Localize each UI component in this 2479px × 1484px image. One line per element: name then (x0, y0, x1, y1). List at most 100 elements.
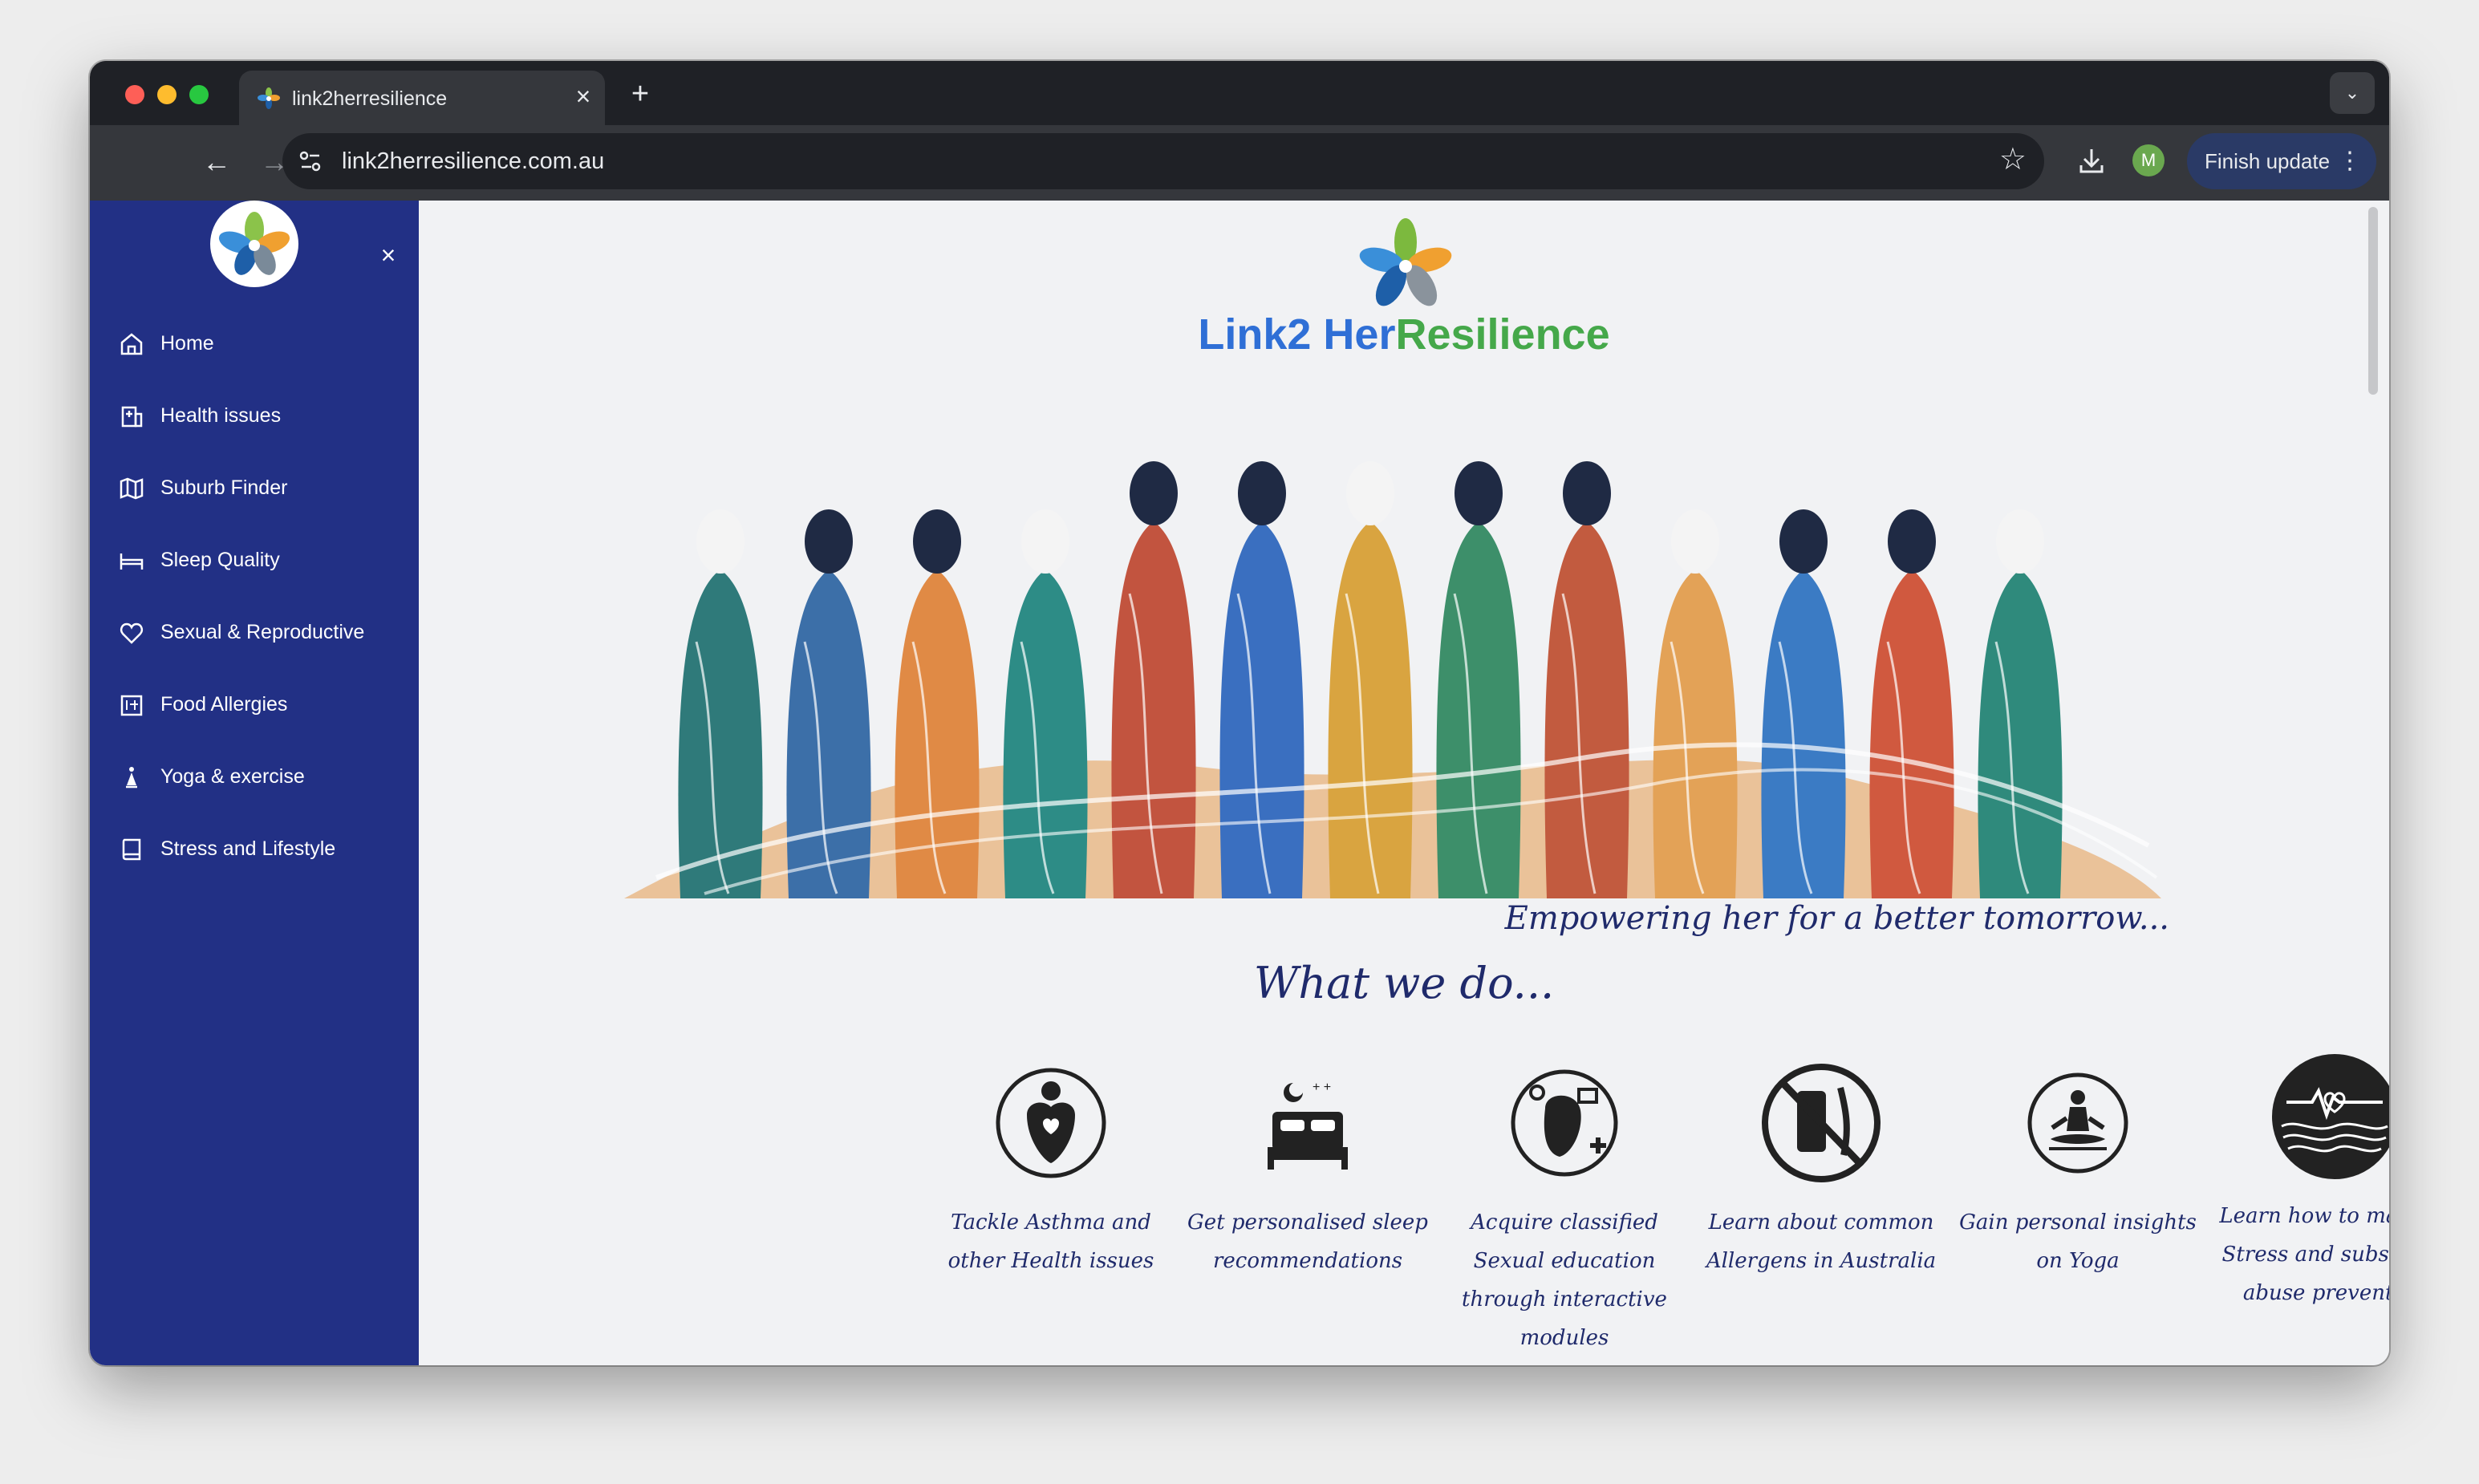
hero-figure-head (1779, 509, 1828, 574)
minimize-window-button[interactable] (157, 85, 176, 104)
sidebar-close-icon[interactable]: × (372, 239, 404, 271)
sidebar-item-stress-lifestyle[interactable]: Stress and Lifestyle (90, 825, 419, 897)
svg-text:+ +: + + (1313, 1081, 1331, 1094)
hero-figure-body (1761, 570, 1846, 898)
hero-figure-head (913, 509, 961, 574)
book-icon (122, 838, 141, 861)
hero-figure-body (1003, 570, 1088, 898)
home-icon (120, 333, 143, 355)
back-button[interactable]: ← (197, 143, 236, 181)
map-icon (120, 477, 144, 500)
brand-logo-icon (1359, 218, 1452, 306)
allergen-icon (1762, 1064, 1881, 1182)
new-tab-button[interactable]: + (623, 77, 658, 112)
sidebar-item-sexual-reproductive[interactable]: Sexual & Reproductive (90, 608, 419, 680)
hero-figure-head (1238, 461, 1286, 525)
brand-text-resilience: Resilience (1395, 310, 1610, 359)
hero-figure-head (805, 509, 853, 574)
flower-logo-icon (218, 212, 290, 275)
sidebar-item-label: Health issues (160, 404, 282, 427)
bed-icon (120, 553, 144, 570)
service-allergens[interactable]: Learn about common Allergens in Australi… (1693, 1059, 1950, 1280)
asthma-icon (996, 1068, 1106, 1178)
tab-search-button[interactable]: ⌄ (2330, 72, 2375, 114)
hero-figure-head (1996, 509, 2044, 574)
hero-figure-head (1130, 461, 1178, 525)
sexual-education-icon (1511, 1069, 1618, 1177)
service-label: Tackle Asthma and other Health issues (947, 1210, 1154, 1273)
finish-update-label: Finish update (2205, 149, 2331, 173)
sleep-bed-icon: + + (1268, 1081, 1348, 1170)
bookmark-star-icon[interactable]: ☆ (1999, 141, 2027, 177)
sidebar-item-home[interactable]: Home (90, 319, 419, 391)
sidebar-item-food-allergies[interactable]: Food Allergies (90, 680, 419, 752)
scrollbar[interactable] (2368, 207, 2378, 395)
hero-figure-body (786, 570, 871, 898)
sidebar-item-label: Yoga & exercise (160, 765, 305, 788)
hero-figure-head (1671, 509, 1719, 574)
sidebar-item-label: Food Allergies (160, 693, 288, 716)
site-settings-icon[interactable] (295, 146, 326, 176)
tagline: Empowering her for a better tomorrow... (1504, 900, 2169, 937)
service-sexual-education[interactable]: Acquire classified Sexual education thro… (1436, 1059, 1693, 1357)
sidebar-item-yoga-exercise[interactable]: Yoga & exercise (90, 752, 419, 825)
brand-text-link2: Link2 (1198, 310, 1324, 359)
hero-figure-head (1455, 461, 1503, 525)
tab-close-icon[interactable]: × (570, 82, 597, 111)
hero-illustration (624, 461, 2161, 898)
sidebar-item-label: Sexual & Reproductive (160, 621, 365, 643)
hero-figure-head (1563, 461, 1611, 525)
sidebar-item-label: Home (160, 332, 214, 355)
tab-strip: link2herresilience × + ⌄ (90, 61, 2389, 125)
sidebar-item-label: Stress and Lifestyle (160, 837, 336, 860)
close-window-button[interactable] (125, 85, 144, 104)
brand-wordmark: Link2 HerResilience (419, 310, 2389, 359)
tab-title: link2herresilience (292, 87, 448, 110)
service-yoga[interactable]: Gain personal insights on Yoga (1950, 1059, 2206, 1280)
hero-figure-head (1346, 461, 1394, 525)
service-label: Get personalised sleep recommendations (1187, 1210, 1428, 1273)
flower-favicon-icon (258, 87, 280, 109)
profile-avatar[interactable]: M (2132, 144, 2165, 176)
sidebar-item-suburb-finder[interactable]: Suburb Finder (90, 464, 419, 536)
browser-tab[interactable]: link2herresilience × (239, 71, 605, 125)
meditation-icon (2027, 1072, 2128, 1174)
url-text[interactable]: link2herresilience.com.au (342, 148, 604, 175)
brand-text-her: Her (1323, 310, 1396, 359)
browser-menu-icon[interactable]: ⋮ (2338, 133, 2362, 189)
browser-window: link2herresilience × + ⌄ ← → ↻ link2herr… (90, 61, 2389, 1365)
finish-update-button[interactable]: Finish update ⋮ (2187, 133, 2376, 189)
maximize-window-button[interactable] (189, 85, 209, 104)
hero-figure-body (1869, 570, 1954, 898)
address-bar[interactable]: link2herresilience.com.au ☆ (282, 133, 2044, 189)
service-asthma[interactable]: Tackle Asthma and other Health issues (923, 1059, 1179, 1280)
sidebar-logo[interactable] (210, 201, 298, 287)
food-icon (120, 695, 143, 716)
sidebar: × Home Health issues Suburb Finder Sleep… (90, 201, 419, 1365)
sidebar-item-label: Suburb Finder (160, 476, 288, 499)
download-icon[interactable] (2071, 141, 2112, 181)
service-label: Acquire classified Sexual education thro… (1462, 1210, 1667, 1350)
hospital-icon (121, 406, 143, 428)
sidebar-nav: Home Health issues Suburb Finder Sleep Q… (90, 319, 419, 897)
hero-figure-body (1653, 570, 1738, 898)
browser-toolbar: ← → ↻ link2herresilience.com.au ☆ M Fini… (90, 125, 2389, 201)
stress-wave-icon (2272, 1054, 2389, 1179)
sidebar-item-label: Sleep Quality (160, 549, 280, 571)
hero-figure-body (1978, 570, 2063, 898)
service-stress[interactable]: Learn how to manage Stress and substance… (2206, 1052, 2389, 1312)
main-content: Link2 HerResilience Empowering her for a… (419, 201, 2389, 1365)
service-sleep[interactable]: + + Get personalised sleep recommendatio… (1179, 1059, 1436, 1280)
service-label: Learn about common Allergens in Australi… (1706, 1210, 1937, 1273)
service-label: Gain personal insights on Yoga (1959, 1210, 2197, 1273)
hero-figure-head (1021, 509, 1069, 574)
section-title: What we do... (1253, 958, 1555, 1008)
page-viewport: × Home Health issues Suburb Finder Sleep… (90, 201, 2389, 1365)
hero-figure-head (1888, 509, 1936, 574)
heart-icon (120, 622, 144, 644)
hero-figure-head (696, 509, 745, 574)
service-label: Learn how to manage Stress and substance… (2219, 1204, 2389, 1305)
sidebar-item-sleep-quality[interactable]: Sleep Quality (90, 536, 419, 608)
sidebar-item-health-issues[interactable]: Health issues (90, 391, 419, 464)
yoga-icon (126, 767, 137, 789)
